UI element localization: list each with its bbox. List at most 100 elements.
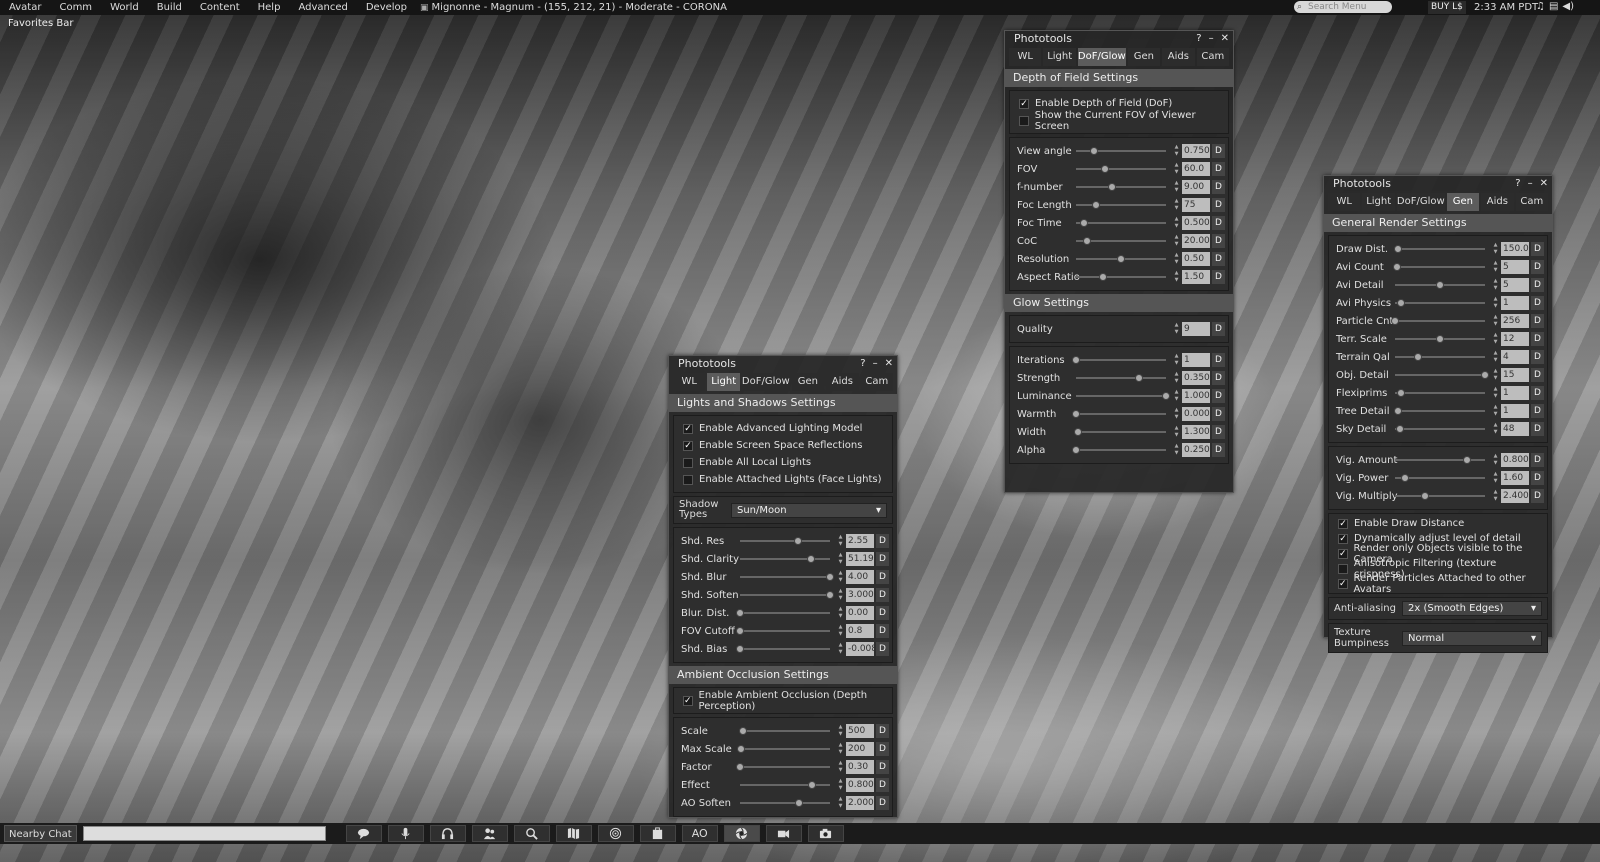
menu-help[interactable]: Help bbox=[249, 2, 290, 13]
slider-thumb[interactable] bbox=[1413, 353, 1422, 361]
menu-avatar[interactable]: Avatar bbox=[0, 2, 50, 13]
slider-track[interactable] bbox=[1395, 371, 1489, 379]
slider-track[interactable] bbox=[1072, 410, 1166, 418]
spinner-arrows[interactable]: ▲ ▼ bbox=[837, 777, 844, 793]
slider-track[interactable] bbox=[736, 645, 830, 653]
location-display[interactable]: ▣ Mignonne - Magnum - (155, 212, 21) - M… bbox=[420, 2, 727, 13]
default-button[interactable]: D bbox=[1531, 453, 1544, 467]
default-button[interactable]: D bbox=[1212, 252, 1225, 266]
favorites-bar[interactable]: Favorites Bar bbox=[8, 18, 73, 29]
search-menu-input[interactable]: ⌕ Search Menu bbox=[1294, 1, 1392, 13]
slider-thumb[interactable] bbox=[793, 537, 802, 545]
checkbox-box[interactable] bbox=[1019, 115, 1029, 126]
tab-cam[interactable]: Cam bbox=[1196, 48, 1230, 66]
checkbox-enable-advanced-lighting-model[interactable]: ✓ Enable Advanced Lighting Model bbox=[674, 420, 892, 437]
media-icon[interactable]: ▤ bbox=[1549, 1, 1558, 12]
value-field[interactable]: 51.19 bbox=[846, 552, 874, 566]
spinner-arrows[interactable]: ▲ ▼ bbox=[1492, 385, 1499, 401]
default-button[interactable]: D bbox=[1531, 278, 1544, 292]
default-button[interactable]: D bbox=[876, 534, 889, 548]
default-button[interactable]: D bbox=[1212, 425, 1225, 439]
slider-thumb[interactable] bbox=[736, 745, 745, 753]
slider-track[interactable] bbox=[1076, 374, 1166, 382]
tab-light[interactable]: Light bbox=[1043, 48, 1076, 66]
value-field[interactable]: 48 bbox=[1501, 422, 1529, 436]
value-field[interactable]: 0.50 bbox=[1182, 252, 1210, 266]
checkbox-box[interactable]: ✓ bbox=[1338, 533, 1348, 544]
slider-thumb[interactable] bbox=[1099, 273, 1107, 281]
slider-track[interactable] bbox=[1076, 201, 1166, 209]
default-button[interactable]: D bbox=[1531, 471, 1544, 485]
default-button[interactable]: D bbox=[876, 642, 889, 656]
music-icon[interactable]: ♫ bbox=[1536, 1, 1545, 12]
default-button[interactable]: D bbox=[1531, 404, 1544, 418]
tab-gen[interactable]: Gen bbox=[1446, 193, 1480, 211]
default-button[interactable]: D bbox=[1212, 216, 1225, 230]
spinner-arrows[interactable]: ▲ ▼ bbox=[1173, 388, 1180, 404]
default-button[interactable]: D bbox=[1212, 443, 1225, 457]
slider-thumb[interactable] bbox=[1393, 245, 1402, 253]
value-field[interactable]: 1 bbox=[1501, 386, 1529, 400]
slider-thumb[interactable] bbox=[1481, 371, 1489, 379]
buy-currency-button[interactable]: BUY L$ bbox=[1428, 1, 1466, 14]
slider-track[interactable] bbox=[1076, 183, 1166, 191]
minimize-icon[interactable]: – bbox=[1209, 31, 1214, 47]
tab-cam[interactable]: Cam bbox=[1515, 193, 1549, 211]
default-button[interactable]: D bbox=[1212, 234, 1225, 248]
slider-track[interactable] bbox=[736, 745, 830, 753]
value-field[interactable]: 1.000 bbox=[1182, 389, 1210, 403]
slider-track[interactable] bbox=[1395, 492, 1485, 500]
slider-thumb[interactable] bbox=[738, 727, 747, 735]
tab-light[interactable]: Light bbox=[707, 373, 740, 391]
spinner-arrows[interactable]: ▲ ▼ bbox=[1173, 215, 1180, 231]
slider-thumb[interactable] bbox=[1395, 425, 1404, 433]
spinner-arrows[interactable]: ▲ ▼ bbox=[1173, 406, 1180, 422]
spinner-arrows[interactable]: ▲ ▼ bbox=[1492, 313, 1499, 329]
default-button[interactable]: D bbox=[876, 760, 889, 774]
tab-aids[interactable]: Aids bbox=[1481, 193, 1514, 211]
value-field[interactable]: 75 bbox=[1182, 198, 1210, 212]
spinner-arrows[interactable]: ▲ ▼ bbox=[1173, 161, 1180, 177]
checkbox-box[interactable]: ✓ bbox=[683, 440, 693, 451]
value-field[interactable]: 1.50 bbox=[1182, 270, 1210, 284]
slider-thumb[interactable] bbox=[1392, 263, 1401, 271]
value-field[interactable]: 4.00 bbox=[846, 570, 874, 584]
tab-gen[interactable]: Gen bbox=[1127, 48, 1161, 66]
spinner-arrows[interactable]: ▲ ▼ bbox=[837, 723, 844, 739]
spinner-arrows[interactable]: ▲ ▼ bbox=[1492, 488, 1499, 504]
spinner-arrows[interactable]: ▲ ▼ bbox=[1173, 321, 1180, 337]
default-button[interactable]: D bbox=[1531, 350, 1544, 364]
slider-track[interactable] bbox=[736, 763, 830, 771]
value-field[interactable]: 0.00 bbox=[846, 606, 874, 620]
help-icon[interactable]: ? bbox=[860, 356, 865, 372]
value-field[interactable]: 5 bbox=[1501, 260, 1529, 274]
slider-track[interactable] bbox=[1395, 456, 1485, 464]
value-field[interactable]: 15 bbox=[1501, 368, 1529, 382]
slider-track[interactable] bbox=[1395, 353, 1485, 361]
map-button[interactable] bbox=[555, 825, 592, 842]
inventory-button[interactable] bbox=[639, 825, 676, 842]
menu-world[interactable]: World bbox=[101, 2, 148, 13]
close-icon[interactable]: ✕ bbox=[1221, 31, 1229, 47]
checkbox-box[interactable] bbox=[683, 457, 693, 468]
spinner-arrows[interactable]: ▲ ▼ bbox=[1492, 452, 1499, 468]
search-button[interactable] bbox=[513, 825, 550, 842]
headphones-button[interactable] bbox=[429, 825, 466, 842]
default-button[interactable]: D bbox=[1212, 389, 1225, 403]
chat-bubble-button[interactable] bbox=[345, 825, 382, 842]
slider-thumb[interactable] bbox=[736, 645, 744, 653]
menu-develop[interactable]: Develop bbox=[357, 2, 416, 13]
spinner-arrows[interactable]: ▲ ▼ bbox=[1173, 179, 1180, 195]
value-field[interactable]: 1 bbox=[1182, 353, 1210, 367]
spinner-arrows[interactable]: ▲ ▼ bbox=[1173, 370, 1180, 386]
spinner-arrows[interactable]: ▲ ▼ bbox=[1173, 424, 1180, 440]
default-button[interactable]: D bbox=[876, 778, 889, 792]
default-button[interactable]: D bbox=[1531, 386, 1544, 400]
slider-thumb[interactable] bbox=[1436, 335, 1444, 343]
help-icon[interactable]: ? bbox=[1196, 31, 1201, 47]
slider-thumb[interactable] bbox=[1397, 389, 1406, 397]
spinner-arrows[interactable]: ▲ ▼ bbox=[1492, 259, 1499, 275]
default-button[interactable]: D bbox=[876, 552, 889, 566]
menu-comm[interactable]: Comm bbox=[50, 2, 101, 13]
default-button[interactable]: D bbox=[876, 796, 889, 810]
